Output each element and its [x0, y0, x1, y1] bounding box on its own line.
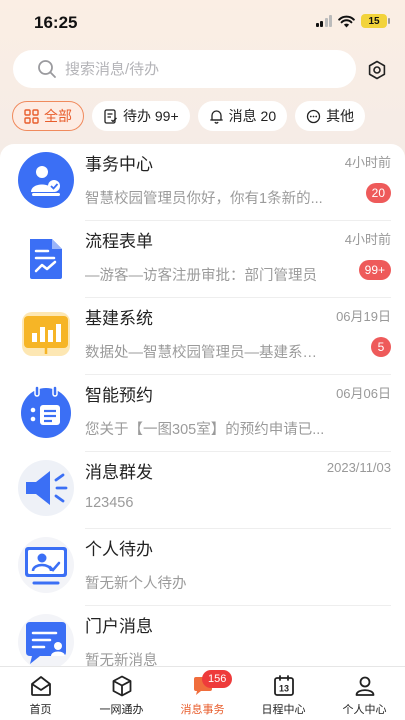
calendar-13-icon: 13 [273, 675, 294, 696]
list-item-subtitle: 数据处—智慧校园管理员—基建系统... [85, 345, 325, 361]
infrastructure-icon [18, 306, 74, 362]
message-list: 事务中心 4小时前 智慧校园管理员你好，你有1条新的... 20 流程表单 4小… [0, 144, 405, 666]
list-item-time: 4小时前 [344, 155, 391, 170]
tab-all[interactable]: 全部 [12, 101, 84, 131]
list-item-subtitle: 暂无新个人待办 [85, 576, 187, 592]
process-form-icon [18, 229, 74, 285]
bottom-navigation: 首页 一网通办 156 消息事务 13 日程中心 个人中心 [0, 666, 405, 720]
list-item-title: 事务中心 [85, 155, 153, 174]
list-item-title: 个人待办 [85, 540, 153, 559]
list-item-time: 06月06日 [336, 386, 391, 401]
list-item-title: 门户消息 [85, 617, 153, 636]
list-item-portal-message[interactable]: 门户消息 暂无新消息 [0, 606, 405, 666]
list-item-title: 流程表单 [85, 232, 153, 251]
nav-home-label: 首页 [29, 704, 52, 716]
nav-messages-badge: 156 [202, 670, 233, 688]
list-item-smart-reservation[interactable]: 智能预约 06月06日 您关于【一图305室】的预约申请已... [0, 375, 405, 452]
cellular-signal-icon [315, 15, 332, 27]
list-item-personal-todo[interactable]: 个人待办 暂无新个人待办 [0, 529, 405, 606]
tab-todo[interactable]: 待办 99+ [92, 101, 190, 131]
search-input[interactable] [65, 60, 325, 78]
tab-all-label: 全部 [44, 108, 72, 124]
more-circle-icon [306, 109, 321, 123]
nav-profile-label: 个人中心 [342, 704, 387, 716]
tab-messages-label: 消息 20 [228, 108, 277, 124]
battery-icon: 15 [361, 14, 390, 28]
nav-one-stop-service-label: 一网通办 [99, 704, 144, 716]
search-bar[interactable] [13, 50, 356, 88]
status-time: 16:25 [34, 13, 78, 32]
settings-button[interactable] [364, 57, 390, 83]
unread-badge: 5 [371, 337, 391, 357]
tab-messages[interactable]: 消息 20 [197, 101, 288, 131]
nav-profile[interactable]: 个人中心 [324, 667, 405, 720]
unread-badge: 20 [365, 183, 391, 203]
list-item-title: 基建系统 [85, 309, 153, 328]
list-item-process-form[interactable]: 流程表单 4小时前 —游客—访客注册审批：部门管理员 99+ [0, 221, 405, 298]
filter-tabs: 全部 待办 99+ 消息 20 其他 [12, 101, 366, 131]
list-item-time: 2023/11/03 [326, 460, 391, 475]
cube-icon [112, 675, 131, 697]
list-item-title: 智能预约 [85, 386, 153, 405]
nav-schedule[interactable]: 13 日程中心 [243, 667, 324, 720]
affairs-center-icon [18, 152, 74, 208]
list-item-subtitle: 暂无新消息 [85, 653, 158, 666]
nav-messages-label: 消息事务 [180, 704, 225, 716]
nav-schedule-label: 日程中心 [261, 704, 306, 716]
todo-icon [104, 108, 117, 124]
search-icon [38, 60, 56, 78]
home-icon [30, 676, 51, 696]
list-item-subtitle: —游客—访客注册审批：部门管理员 [85, 268, 317, 284]
portal-message-icon [18, 614, 74, 666]
settings-icon [368, 60, 386, 80]
tab-other-label: 其他 [326, 108, 355, 124]
list-item-title: 消息群发 [85, 463, 153, 482]
personal-todo-icon [18, 537, 74, 593]
list-item-mass-message[interactable]: 消息群发 2023/11/03 123456 [0, 452, 405, 529]
calendar-reservation-icon [18, 383, 74, 439]
list-item-subtitle: 您关于【一图305室】的预约申请已... [85, 422, 325, 438]
nav-home[interactable]: 首页 [0, 667, 81, 720]
bell-icon [209, 109, 223, 124]
list-item-time: 4小时前 [344, 232, 391, 247]
nav-messages[interactable]: 156 消息事务 [162, 667, 243, 720]
megaphone-icon [18, 460, 74, 516]
list-item-infrastructure[interactable]: 基建系统 06月19日 数据处—智慧校园管理员—基建系统... 5 [0, 298, 405, 375]
list-item-subtitle: 智慧校园管理员你好，你有1条新的... [85, 191, 323, 207]
wifi-icon [338, 15, 355, 27]
status-bar: 16:25 15 [0, 0, 405, 44]
tab-todo-label: 待办 99+ [123, 108, 179, 124]
grid-icon [24, 108, 39, 124]
unread-badge: 99+ [358, 260, 391, 280]
user-icon [355, 676, 374, 696]
list-item-affairs-center[interactable]: 事务中心 4小时前 智慧校园管理员你好，你有1条新的... 20 [0, 144, 405, 221]
tab-other[interactable]: 其他 [295, 101, 366, 131]
nav-one-stop-service[interactable]: 一网通办 [81, 667, 162, 720]
calendar-day-number: 13 [278, 684, 288, 694]
list-item-time: 06月19日 [336, 309, 391, 324]
list-item-subtitle: 123456 [85, 495, 134, 511]
